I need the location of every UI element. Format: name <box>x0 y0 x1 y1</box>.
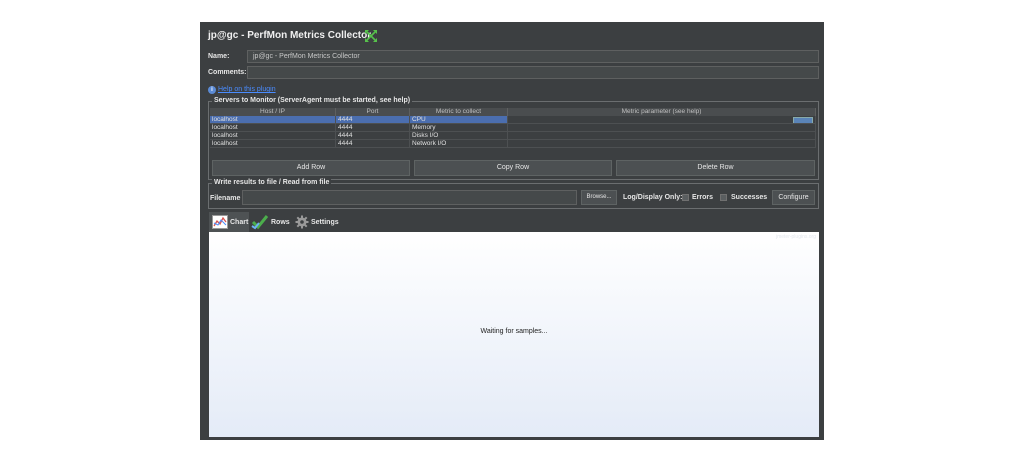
filename-label: Filename <box>210 195 241 202</box>
table-row[interactable]: localhost 4444 Disks I/O <box>210 132 816 140</box>
configure-button[interactable]: Configure <box>772 190 815 205</box>
column-header-host[interactable]: Host / IP <box>210 108 336 116</box>
cell-port[interactable]: 4444 <box>336 132 410 139</box>
column-header-port[interactable]: Port <box>336 108 410 116</box>
chart-icon <box>212 215 228 229</box>
waiting-status-text: Waiting for samples... <box>480 328 548 335</box>
log-display-label: Log/Display Only: <box>623 194 683 201</box>
cell-host[interactable]: localhost <box>210 140 336 147</box>
cell-parameter[interactable] <box>508 140 816 147</box>
tab-rows-label: Rows <box>271 218 290 226</box>
add-row-button[interactable]: Add Row <box>212 160 410 176</box>
cell-parameter[interactable] <box>508 116 816 123</box>
checkmark-icon <box>251 215 269 230</box>
table-header: Host / IP Port Metric to collect Metric … <box>210 108 816 116</box>
cell-host[interactable]: localhost <box>210 124 336 131</box>
errors-label: Errors <box>692 194 714 201</box>
copy-row-button[interactable]: Copy Row <box>414 160 612 176</box>
column-header-metric[interactable]: Metric to collect <box>410 108 508 116</box>
cell-parameter[interactable] <box>508 132 816 139</box>
comments-label: Comments: <box>208 69 247 76</box>
cell-metric[interactable]: Disks I/O <box>410 132 508 139</box>
successes-label: Successes <box>731 194 768 201</box>
tab-rows[interactable]: Rows <box>251 212 293 232</box>
perfmon-window: jp@gc - PerfMon Metrics Collector Name: … <box>200 22 824 440</box>
info-icon: i <box>208 86 216 94</box>
browse-button[interactable]: Browse... <box>581 190 617 205</box>
watermark: jmeter-plugins.org <box>775 234 816 240</box>
cell-parameter[interactable] <box>508 124 816 131</box>
name-label: Name: <box>208 53 230 60</box>
cell-port[interactable]: 4444 <box>336 140 410 147</box>
help-link[interactable]: Help on this plugin <box>218 86 276 93</box>
chart-area: jmeter-plugins.org Waiting for samples..… <box>209 232 819 437</box>
table-row[interactable]: localhost 4444 Network I/O <box>210 140 816 148</box>
servers-group-title: Servers to Monitor (ServerAgent must be … <box>212 97 413 104</box>
gear-icon <box>295 215 309 229</box>
filename-input[interactable] <box>242 190 577 205</box>
tab-chart[interactable]: Chart <box>209 212 249 232</box>
file-group-title: Write results to file / Read from file <box>212 179 332 186</box>
servers-table: Host / IP Port Metric to collect Metric … <box>210 108 816 148</box>
tab-chart-label: Chart <box>230 218 249 226</box>
errors-checkbox[interactable] <box>682 194 689 201</box>
delete-row-button[interactable]: Delete Row <box>616 160 815 176</box>
table-row[interactable]: localhost 4444 CPU <box>210 116 816 124</box>
tab-settings-label: Settings <box>311 218 339 226</box>
cell-port[interactable]: 4444 <box>336 124 410 131</box>
tab-settings[interactable]: Settings <box>295 212 341 232</box>
column-header-parameter[interactable]: Metric parameter (see help) <box>508 108 816 116</box>
expand-arrows-icon[interactable] <box>365 30 377 42</box>
table-row[interactable]: localhost 4444 Memory <box>210 124 816 132</box>
cell-host[interactable]: localhost <box>210 132 336 139</box>
name-input[interactable]: jp@gc - PerfMon Metrics Collector <box>247 50 819 63</box>
parameter-helper-button[interactable] <box>793 117 813 123</box>
cell-metric[interactable]: Memory <box>410 124 508 131</box>
successes-checkbox[interactable] <box>720 194 727 201</box>
window-title: jp@gc - PerfMon Metrics Collector <box>208 30 372 41</box>
cell-port[interactable]: 4444 <box>336 116 410 123</box>
comments-input[interactable] <box>247 66 819 79</box>
cell-metric[interactable]: Network I/O <box>410 140 508 147</box>
cell-metric[interactable]: CPU <box>410 116 508 123</box>
cell-host[interactable]: localhost <box>210 116 336 123</box>
